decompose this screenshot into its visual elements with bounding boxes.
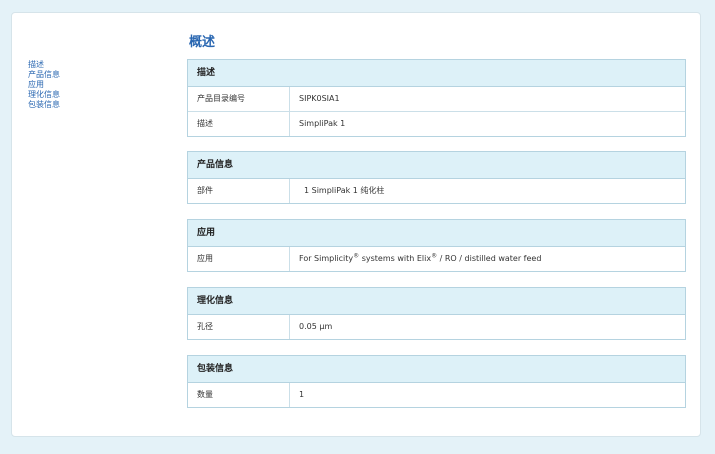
section-physicochemical: 理化信息 孔径 0.05 µm (187, 287, 686, 340)
value-text: systems with Elix (359, 254, 432, 263)
section-packaging: 包装信息 数量 1 (187, 355, 686, 408)
section-header: 描述 (188, 60, 685, 87)
row-label: 孔径 (188, 315, 290, 339)
row-value: 0.05 µm (299, 322, 333, 331)
row-label: 数量 (188, 383, 290, 407)
section-application: 应用 应用 For Simplicity® systems with Elix®… (187, 219, 686, 272)
row-label: 应用 (188, 247, 290, 271)
row-value: SimpliPak 1 (299, 119, 346, 128)
nav-link-physicochemical[interactable]: 理化信息 (28, 90, 60, 100)
nav-link-application[interactable]: 应用 (28, 80, 60, 90)
section-header: 应用 (188, 220, 685, 247)
row-value: 1 SimpliPak 1 纯化柱 (304, 186, 385, 195)
section-header: 产品信息 (188, 152, 685, 179)
nav-link-product-info[interactable]: 产品信息 (28, 70, 60, 80)
section-product-info: 产品信息 部件 1 SimpliPak 1 纯化柱 (187, 151, 686, 204)
table-row: 产品目录编号 SIPK0SIA1 (188, 87, 685, 111)
table-row: 描述 SimpliPak 1 (188, 111, 685, 136)
nav-link-packaging[interactable]: 包装信息 (28, 100, 60, 110)
value-text: / RO / distilled water feed (437, 254, 542, 263)
table-row: 数量 1 (188, 383, 685, 407)
section-header: 理化信息 (188, 288, 685, 315)
row-value: SIPK0SIA1 (299, 94, 340, 103)
value-text: For Simplicity (299, 254, 354, 263)
table-row: 应用 For Simplicity® systems with Elix® / … (188, 247, 685, 271)
section-description: 描述 产品目录编号 SIPK0SIA1 描述 SimpliPak 1 (187, 59, 686, 137)
section-header: 包装信息 (188, 356, 685, 383)
side-nav: 描述 产品信息 应用 理化信息 包装信息 (28, 60, 60, 110)
row-value: For Simplicity® systems with Elix® / RO … (290, 247, 541, 271)
page-title: 概述 (189, 35, 216, 50)
table-row: 孔径 0.05 µm (188, 315, 685, 339)
row-value: 1 (299, 390, 305, 399)
nav-link-description[interactable]: 描述 (28, 60, 60, 70)
row-label: 产品目录编号 (188, 87, 290, 111)
row-label: 部件 (188, 179, 290, 203)
row-label: 描述 (188, 112, 290, 136)
table-row: 部件 1 SimpliPak 1 纯化柱 (188, 179, 685, 203)
